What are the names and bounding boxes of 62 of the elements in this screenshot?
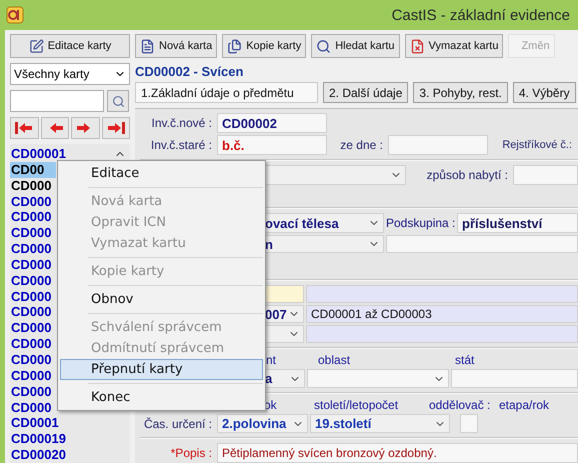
- document-icon: [140, 38, 155, 54]
- delete-document-icon: [410, 38, 425, 54]
- menu-item[interactable]: Konec: [60, 387, 263, 408]
- column-label: stát: [455, 353, 474, 367]
- menu-item[interactable]: Obnov: [60, 289, 263, 310]
- tab[interactable]: 4. Výběry: [512, 82, 576, 103]
- text-field[interactable]: [306, 325, 578, 343]
- documents-icon: [227, 38, 242, 54]
- range-field[interactable]: CD00001 až CD00003: [306, 305, 578, 323]
- filter-select[interactable]: Všechny karty: [10, 63, 130, 85]
- field-label: *Popis :: [170, 446, 213, 460]
- separator-field[interactable]: [460, 414, 478, 433]
- field-label: Inv.č.staré :: [150, 138, 213, 152]
- menu-item[interactable]: Editace: [60, 163, 263, 184]
- card-list-item[interactable]: CD00001: [10, 146, 110, 162]
- field-label: Podskupina :: [386, 216, 455, 230]
- old-inventory-number-field[interactable]: b.č.: [217, 135, 327, 155]
- field-label: Rejstříkové č.:: [501, 139, 572, 151]
- search-field[interactable]: [10, 90, 104, 112]
- text-field[interactable]: [306, 285, 578, 303]
- card-list-item[interactable]: CD00019: [10, 431, 110, 448]
- field-label: způsob nabytí :: [426, 168, 509, 182]
- column-label: etapa/rok: [499, 398, 550, 412]
- card-list-item[interactable]: CD00020: [10, 447, 110, 463]
- search-button[interactable]: [107, 90, 129, 112]
- toolbar-button[interactable]: Kopie karty: [222, 34, 306, 58]
- first-button[interactable]: [10, 117, 38, 139]
- toolbar-button[interactable]: Vymazat kartu: [404, 34, 504, 58]
- tab[interactable]: 1.Základní údaje o předmětu: [135, 82, 318, 103]
- description-field[interactable]: Pětiplamenný svícen bronzový ozdobný.: [217, 443, 578, 463]
- toolbar-button[interactable]: Nová karta: [135, 34, 218, 58]
- tab[interactable]: 3. Pohyby, rest.: [413, 82, 508, 103]
- tab[interactable]: 2. Další údaje: [323, 82, 408, 103]
- inventory-number-field[interactable]: CD00002: [217, 113, 327, 133]
- field-label: Čas. určení :: [142, 416, 213, 430]
- search-icon: [316, 38, 332, 54]
- previous-button[interactable]: [40, 117, 69, 139]
- last-button[interactable]: [102, 117, 130, 139]
- dropdown[interactable]: 2.polovina: [217, 414, 308, 433]
- country-field[interactable]: [451, 369, 578, 388]
- field-label: ze dne :: [339, 138, 384, 152]
- card-list-item[interactable]: CD0001: [10, 415, 110, 432]
- card-title: CD00002 - Svícen: [135, 62, 244, 80]
- field-label: Inv.č.nové :: [150, 116, 213, 130]
- subgroup-field[interactable]: příslušenství: [457, 213, 578, 233]
- app-logo-icon: [6, 6, 24, 24]
- column-label: století/letopočet: [314, 398, 400, 412]
- column-label: oblast: [318, 353, 352, 367]
- column-label: oddělovač :: [429, 398, 492, 412]
- pen-icon: [28, 38, 44, 54]
- date-field[interactable]: [388, 135, 488, 155]
- window-title: CastIS - základní evidence: [392, 6, 570, 24]
- text-field[interactable]: [386, 235, 578, 253]
- menu-item[interactable]: Přepnutí karty: [60, 359, 263, 380]
- card-list-item[interactable]: CD00: [10, 162, 56, 178]
- toolbar-button[interactable]: Hledat kartu: [311, 34, 400, 58]
- toolbar-button[interactable]: Editace karty: [10, 34, 130, 58]
- century-dropdown[interactable]: 19.století: [310, 414, 450, 433]
- acquisition-field[interactable]: [513, 165, 578, 185]
- column-label: nt: [266, 353, 278, 367]
- next-button[interactable]: [71, 117, 100, 139]
- search-icon: [112, 94, 124, 108]
